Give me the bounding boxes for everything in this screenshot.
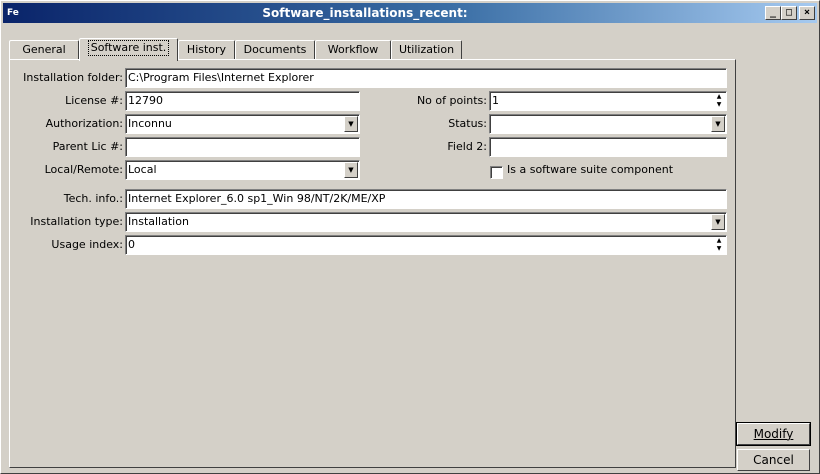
tab-workflow[interactable]: Workflow	[315, 40, 391, 60]
status-label: Status:	[448, 117, 487, 130]
dropdown-arrow-icon[interactable]: ▼	[711, 116, 725, 132]
field2-field[interactable]	[489, 137, 727, 157]
installation-type-label: Installation type:	[30, 215, 123, 228]
dropdown-arrow-icon[interactable]: ▼	[711, 214, 725, 230]
status-select[interactable]: ▼	[489, 114, 727, 134]
tab-general[interactable]: General	[9, 40, 79, 60]
tech-info-field[interactable]: Internet Explorer_6.0 sp1_Win 98/NT/2K/M…	[125, 189, 727, 209]
tab-history[interactable]: History	[178, 40, 235, 60]
no-of-points-label: No of points:	[416, 94, 487, 107]
spin-arrows-icon[interactable]: ▲ ▼	[713, 237, 725, 253]
modify-button[interactable]: Modify	[736, 422, 811, 446]
tab-software-inst[interactable]: Software inst.	[79, 38, 178, 61]
usage-index-value: 0	[128, 238, 135, 251]
license-field[interactable]: 12790	[125, 91, 360, 111]
authorization-select[interactable]: Inconnu ▼	[125, 114, 360, 134]
title-bar[interactable]: Fe Software_installations_recent: _ □ ×	[3, 3, 817, 23]
tab-label: General	[22, 43, 66, 56]
tab-label: Workflow	[327, 43, 379, 56]
no-of-points-value: 1	[492, 94, 499, 107]
field2-label: Field 2:	[447, 140, 487, 153]
installation-type-value: Installation	[128, 215, 189, 228]
license-label: License #:	[65, 94, 123, 107]
parent-lic-label: Parent Lic #:	[52, 140, 123, 153]
local-remote-value: Local	[128, 163, 157, 176]
close-button[interactable]: ×	[799, 6, 815, 20]
authorization-label: Authorization:	[45, 117, 123, 130]
main-window: Fe Software_installations_recent: _ □ × …	[0, 0, 820, 474]
local-remote-select[interactable]: Local ▼	[125, 160, 360, 180]
installation-type-select[interactable]: Installation ▼	[125, 212, 727, 232]
tab-label: Software inst.	[87, 40, 170, 56]
cancel-button[interactable]: Cancel	[737, 449, 810, 471]
modify-button-label: Modify	[753, 427, 794, 441]
tab-label: History	[186, 43, 227, 56]
local-remote-label: Local/Remote:	[44, 163, 123, 176]
usage-index-field[interactable]: 0 ▲ ▼	[125, 235, 727, 255]
installation-folder-label: Installation folder:	[23, 71, 123, 84]
tab-label: Documents	[243, 43, 307, 56]
window-title: Software_installations_recent:	[262, 6, 468, 20]
tech-info-label: Tech. info.:	[63, 192, 123, 205]
dropdown-arrow-icon[interactable]: ▼	[344, 162, 358, 178]
parent-lic-field[interactable]	[125, 137, 360, 157]
suite-component-checkbox[interactable]	[490, 166, 503, 179]
dropdown-arrow-icon[interactable]: ▼	[344, 116, 358, 132]
no-of-points-field[interactable]: 1 ▲ ▼	[489, 91, 727, 111]
tab-utilization[interactable]: Utilization	[391, 40, 462, 60]
authorization-value: Inconnu	[128, 117, 172, 130]
installation-folder-field[interactable]: C:\Program Files\Internet Explorer	[125, 68, 727, 88]
suite-component-label: Is a software suite component	[507, 163, 674, 176]
tab-label: Utilization	[398, 43, 455, 56]
minimize-button[interactable]: _	[765, 6, 781, 20]
spin-arrows-icon[interactable]: ▲ ▼	[713, 93, 725, 109]
maximize-button[interactable]: □	[781, 6, 797, 20]
tab-documents[interactable]: Documents	[235, 40, 315, 60]
usage-index-label: Usage index:	[51, 238, 123, 251]
